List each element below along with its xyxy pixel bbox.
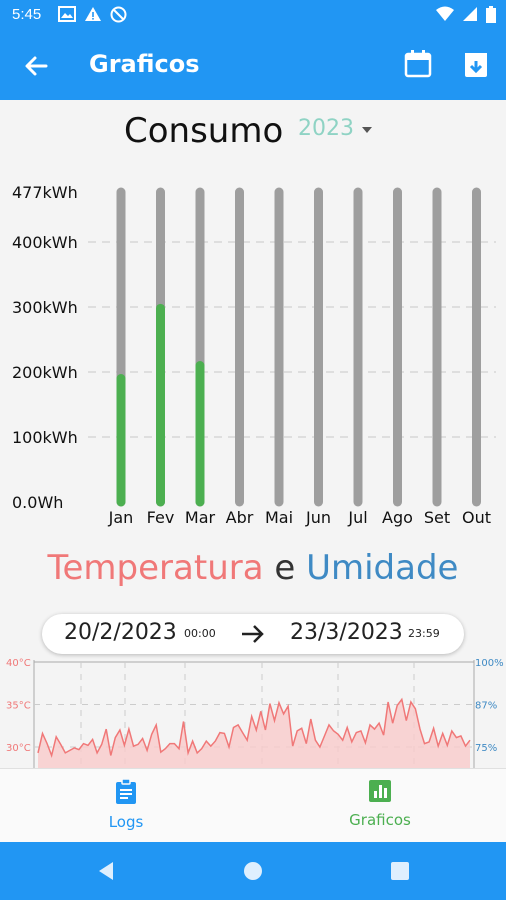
temp-humidity-title: Temperatura e Umidade bbox=[0, 548, 506, 588]
year-dropdown[interactable]: 2023 bbox=[298, 116, 372, 141]
recents-square-icon[interactable] bbox=[389, 860, 411, 882]
temperature-area bbox=[38, 699, 470, 768]
y-tick-label: 0.0Wh bbox=[12, 493, 63, 512]
nav-item-logs[interactable]: Logs bbox=[86, 778, 166, 837]
temp-humidity-chart: 40°C 35°C 30°C 100% 87% 75% bbox=[6, 658, 504, 768]
system-navigation-bar bbox=[0, 842, 506, 900]
consumo-title: Consumo bbox=[124, 111, 284, 151]
dropdown-arrow-icon bbox=[362, 126, 372, 133]
y-tick-label: 200kWh bbox=[12, 363, 78, 382]
range-start-time[interactable]: 00:00 bbox=[184, 627, 216, 640]
range-start-date[interactable]: 20/2/2023 bbox=[64, 620, 177, 645]
right-axis-label: 87% bbox=[475, 701, 497, 712]
battery-icon bbox=[486, 6, 496, 23]
home-circle-icon[interactable] bbox=[242, 860, 264, 882]
x-tick-label: Out bbox=[462, 508, 491, 527]
nav-label-logs: Logs bbox=[108, 813, 144, 831]
y-tick-label: 300kWh bbox=[12, 298, 78, 317]
status-bar: 5:45 bbox=[0, 0, 506, 30]
app-bar: Graficos bbox=[0, 30, 506, 100]
bar-chart-icon bbox=[369, 780, 391, 802]
right-axis-label: 75% bbox=[475, 743, 497, 754]
y-tick-label: 477kWh bbox=[12, 183, 78, 202]
x-tick-label: Set bbox=[424, 508, 450, 527]
bottom-navigation: Logs Graficos bbox=[0, 768, 506, 842]
nav-item-graficos[interactable]: Graficos bbox=[330, 779, 430, 837]
wifi-icon bbox=[436, 6, 454, 21]
sync-disabled-icon bbox=[110, 6, 127, 23]
y-tick-label: 400kWh bbox=[12, 233, 78, 252]
signal-icon bbox=[463, 7, 477, 21]
calendar-icon[interactable] bbox=[400, 46, 436, 82]
date-range-selector[interactable]: 20/2/2023 00:00 23/3/2023 23:59 bbox=[42, 614, 464, 654]
right-axis-label: 100% bbox=[475, 658, 504, 669]
x-tick-label: Abr bbox=[226, 508, 254, 527]
x-tick-label: Ago bbox=[382, 508, 413, 527]
nav-label-graficos: Graficos bbox=[349, 811, 411, 829]
x-tick-label: Mai bbox=[265, 508, 293, 527]
title-umidade: Umidade bbox=[306, 548, 459, 588]
clipboard-icon bbox=[116, 778, 136, 804]
range-end-date[interactable]: 23/3/2023 bbox=[290, 620, 403, 645]
x-tick-label: Jun bbox=[305, 508, 331, 527]
warning-icon bbox=[85, 7, 101, 21]
x-tick-label: Fev bbox=[147, 508, 175, 527]
x-tick-label: Jul bbox=[347, 508, 367, 527]
x-tick-label: Mar bbox=[185, 508, 216, 527]
title-temperatura: Temperatura bbox=[47, 548, 264, 588]
back-arrow-icon[interactable] bbox=[18, 48, 54, 84]
page-title: Graficos bbox=[89, 50, 200, 78]
consumo-header: Consumo 2023 bbox=[0, 108, 506, 158]
year-value: 2023 bbox=[298, 116, 354, 141]
y-tick-label: 100kWh bbox=[12, 428, 78, 447]
status-time: 5:45 bbox=[12, 6, 42, 23]
back-triangle-icon[interactable] bbox=[95, 860, 117, 882]
download-icon[interactable] bbox=[458, 46, 494, 82]
title-and: e bbox=[274, 548, 296, 588]
consumo-chart: 0.0Wh 100kWh 200kWh 300kWh 400kWh 477kWh Jan Fe… bbox=[12, 183, 496, 527]
x-tick-label: Jan bbox=[108, 508, 134, 527]
arrow-right-icon bbox=[242, 625, 264, 643]
image-notification-icon bbox=[58, 6, 76, 22]
left-axis-label: 35°C bbox=[6, 701, 31, 712]
left-axis-label: 40°C bbox=[6, 658, 31, 669]
left-axis-label: 30°C bbox=[6, 743, 31, 754]
range-end-time[interactable]: 23:59 bbox=[408, 627, 440, 640]
